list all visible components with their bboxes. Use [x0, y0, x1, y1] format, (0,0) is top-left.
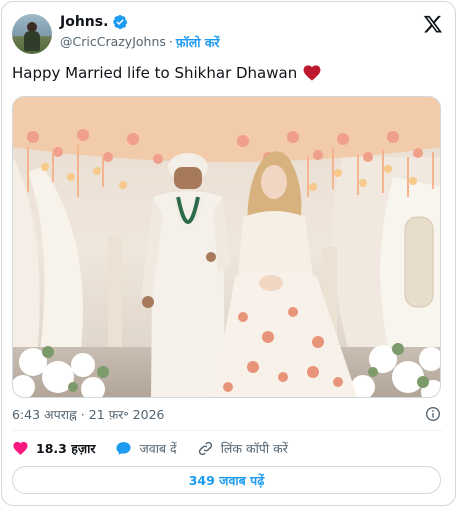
- link-icon: [198, 441, 212, 456]
- x-logo-icon[interactable]: [423, 14, 443, 34]
- author-display-name[interactable]: Johns.: [60, 14, 108, 30]
- wedding-photo: [13, 97, 440, 397]
- avatar-body: [24, 31, 40, 51]
- copy-link-label: लिंक कॉपी करें: [220, 441, 288, 456]
- tweet-card: Johns. @CricCrazyJohns · फ़ॉलो करें Happ…: [1, 1, 456, 506]
- reply-action[interactable]: जवाब दें: [115, 440, 177, 457]
- like-heart-icon: [13, 441, 28, 455]
- likes-count: 18.3 हज़ार: [36, 441, 96, 456]
- copy-link-action[interactable]: लिंक कॉपी करें: [197, 440, 288, 457]
- tweet-text: Happy Married life to Shikhar Dhawan: [12, 64, 298, 82]
- tweet-header: Johns. @CricCrazyJohns · फ़ॉलो करें: [12, 12, 443, 56]
- separator-dot: ·: [168, 34, 173, 49]
- info-icon[interactable]: [425, 406, 441, 422]
- author-handle[interactable]: @CricCrazyJohns: [60, 34, 166, 51]
- verified-badge-icon: [113, 14, 128, 30]
- heart-emoji-icon: [303, 65, 321, 81]
- tweet-text-row: Happy Married life to Shikhar Dhawan: [12, 64, 321, 82]
- author-sub-row: @CricCrazyJohns · फ़ॉलो करें: [60, 34, 220, 51]
- read-replies-button[interactable]: 349 जवाब पढ़ें: [12, 466, 441, 494]
- author-name-row: Johns.: [60, 14, 128, 30]
- author-avatar[interactable]: [12, 14, 52, 54]
- divider: [12, 430, 443, 431]
- follow-button[interactable]: फ़ॉलो करें: [176, 34, 220, 51]
- like-action[interactable]: 18.3 हज़ार: [12, 440, 95, 457]
- tweet-actions: 18.3 हज़ार जवाब दें लिंक कॉपी करें: [12, 440, 308, 457]
- reply-label: जवाब दें: [139, 441, 177, 456]
- reply-bubble-icon: [116, 442, 132, 455]
- tweet-photo[interactable]: [12, 96, 441, 398]
- tweet-timestamp[interactable]: 6:43 अपराह्न · 21 फ़र॰ 2026: [12, 406, 164, 423]
